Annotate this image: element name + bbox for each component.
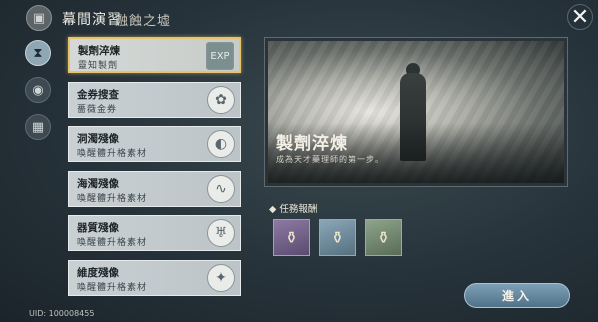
banner-description: 成為天才藥理師的第一步。 bbox=[276, 155, 384, 164]
page-subtitle: 融蝕之墟 bbox=[115, 14, 172, 29]
list-item[interactable]: 海濁殘像 喚醒體升格素材 ∿ bbox=[68, 170, 241, 207]
mask-icon: ◐ bbox=[207, 130, 235, 158]
wave-icon: ∿ bbox=[207, 174, 235, 203]
banner-image: 製劑淬煉 成為天才藥理師的第一步。 bbox=[268, 41, 564, 183]
stage-banner: 製劑淬煉 成為天才藥理師的第一步。 bbox=[264, 37, 568, 187]
item-sub: 喚醒體升格素材 bbox=[77, 149, 148, 159]
list-item[interactable]: 器質殘像 喚醒體升格素材 ♅ bbox=[68, 215, 241, 251]
coin-icon: ✿ bbox=[207, 85, 235, 114]
list-item[interactable]: 維度殘像 喚醒體升格素材 ✦ bbox=[68, 259, 241, 296]
list-item[interactable]: 洞濁殘像 喚醒體升格素材 ◐ bbox=[68, 126, 241, 162]
potion-icon: EXP bbox=[206, 42, 234, 70]
stage-list: 製劑淬煉 靈知製劑 EXP 金券搜查 薔薇金券 ✿ 洞濁殘像 喚醒體升格素材 ◐… bbox=[68, 37, 241, 304]
uid-label: UID: 100008455 bbox=[29, 309, 95, 318]
reward-heading: ◆ 任務報酬 bbox=[269, 204, 318, 215]
banner-title: 製劑淬煉 bbox=[276, 134, 348, 154]
star-icon: ✦ bbox=[207, 263, 235, 292]
header: ▣ 幕間演習 融蝕之墟 ✕ bbox=[0, 0, 598, 34]
potion-green-icon[interactable]: ⚱ bbox=[365, 219, 402, 256]
calendar-icon[interactable]: ▦ bbox=[25, 114, 51, 140]
potion-purple-icon[interactable]: ⚱ bbox=[273, 219, 310, 256]
enter-button[interactable]: 進入 bbox=[464, 283, 570, 308]
eye-icon[interactable]: ◉ bbox=[25, 77, 51, 103]
item-name: 製劑淬煉 bbox=[78, 45, 120, 57]
page-title: 幕間演習 bbox=[62, 12, 122, 28]
side-nav: ⧗ ◉ ▦ bbox=[25, 40, 53, 151]
list-item[interactable]: 金券搜查 薔薇金券 ✿ bbox=[68, 81, 241, 118]
item-sub: 薔薇金券 bbox=[77, 104, 118, 115]
item-name: 維度殘像 bbox=[77, 266, 119, 279]
item-name: 洞濁殘像 bbox=[77, 133, 119, 145]
item-name: 海濁殘像 bbox=[77, 177, 119, 190]
item-name: 金券搜查 bbox=[77, 88, 119, 101]
item-sub: 喚醒體升格素材 bbox=[77, 193, 148, 204]
item-sub: 靈知製劑 bbox=[78, 61, 119, 71]
jaw-icon: ♅ bbox=[207, 219, 235, 247]
item-sub: 喚醒體升格素材 bbox=[77, 238, 148, 248]
item-name: 器質殘像 bbox=[77, 222, 119, 234]
book-icon[interactable]: ▣ bbox=[26, 5, 52, 31]
item-sub: 喚醒體升格素材 bbox=[77, 282, 148, 293]
reward-list: ⚱ ⚱ ⚱ bbox=[273, 219, 402, 256]
list-item[interactable]: 製劑淬煉 靈知製劑 EXP bbox=[68, 37, 241, 73]
potion-blue-icon[interactable]: ⚱ bbox=[319, 219, 356, 256]
close-icon[interactable]: ✕ bbox=[567, 4, 593, 30]
dna-icon[interactable]: ⧗ bbox=[25, 40, 51, 66]
